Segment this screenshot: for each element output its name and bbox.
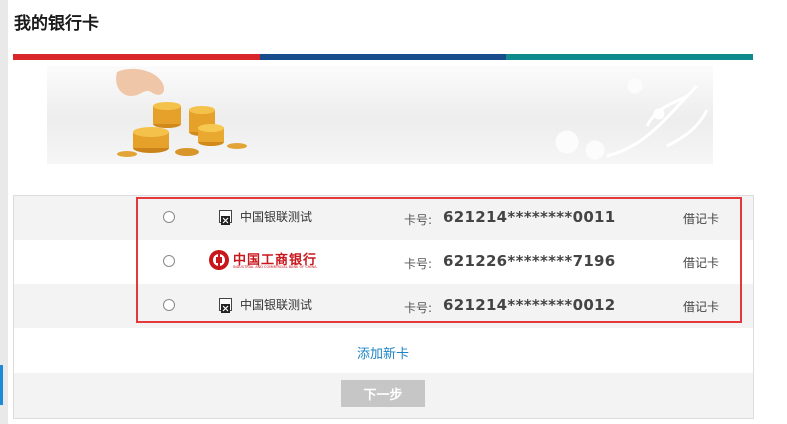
page-title: 我的银行卡 [14,14,99,34]
divider-teal [506,54,754,60]
floral-decoration [555,78,709,160]
card-radio[interactable] [163,299,175,311]
add-card-link[interactable]: 添加新卡 [357,343,409,362]
card-number: 621214********0012 [443,296,616,314]
card-radio[interactable] [163,211,175,223]
divider-red [13,54,260,60]
card-number-label: 卡号: [404,257,433,271]
card-type: 借记卡 [683,212,720,226]
card-number-label: 卡号: [404,213,433,227]
card-row[interactable]: 中国工商银行 INDUSTRIAL AND COMMERCIAL BANK OF… [14,240,753,284]
icbc-logo: 中国工商银行 INDUSTRIAL AND COMMERCIAL BANK OF… [208,248,328,274]
left-edge-accent [0,365,3,405]
tricolor-divider [13,54,754,60]
divider-blue [259,54,507,60]
banner-illustration [116,68,709,160]
card-type: 借记卡 [683,256,720,270]
broken-image-icon [219,210,232,225]
card-row[interactable]: 中国银联测试 卡号: 621214********0012 借记卡 [14,284,753,328]
card-row[interactable]: 中国银联测试 卡号: 621214********0011 借记卡 [14,196,753,240]
icbc-name-en: INDUSTRIAL AND COMMERCIAL BANK OF CHINA [233,265,317,269]
left-edge-strip [0,0,8,424]
coin-stacks-icon [117,102,247,157]
hand-shape [116,68,165,96]
promo-banner [47,66,713,164]
card-number-label: 卡号: [404,301,433,315]
broken-image-icon [219,298,232,313]
card-number: 621214********0011 [443,208,616,226]
next-button[interactable]: 下一步 [341,380,425,407]
bank-name: 中国银联测试 [240,210,313,224]
card-type: 借记卡 [683,300,720,314]
card-radio[interactable] [163,255,175,267]
bank-name: 中国银联测试 [240,298,313,312]
card-number: 621226********7196 [443,252,616,270]
